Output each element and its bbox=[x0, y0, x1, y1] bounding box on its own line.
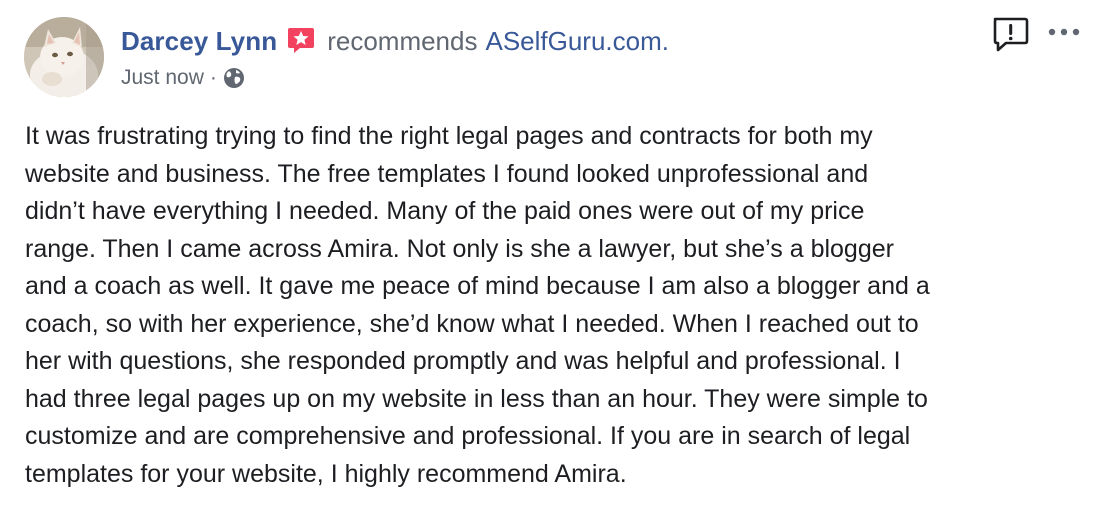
post-body-line: It was frustrating trying to find the ri… bbox=[25, 122, 873, 150]
post-body-line: and a coach as well. It gave me peace of… bbox=[25, 272, 930, 300]
post-body-line: coach, so with her experience, she’d kno… bbox=[25, 309, 919, 338]
post-header: Darcey Lynn recommends ASelfGuru.com. bbox=[121, 23, 669, 59]
post-body-line: website and business. The free templates… bbox=[25, 159, 869, 188]
post-body-line: had three legal pages up on my website i… bbox=[25, 384, 928, 413]
timestamp[interactable]: Just now bbox=[121, 66, 204, 90]
avatar[interactable] bbox=[24, 17, 104, 97]
cat-photo-icon bbox=[24, 17, 104, 97]
post-body-line: templates for your website, I highly rec… bbox=[25, 459, 627, 488]
post-body-line: her with questions, she responded prompt… bbox=[25, 347, 901, 375]
meta-separator: · bbox=[209, 66, 217, 89]
post-body: It was frustrating trying to find the ri… bbox=[25, 118, 1085, 493]
recommendation-post: Darcey Lynn recommends ASelfGuru.com. Ju… bbox=[0, 0, 1098, 508]
more-options-button[interactable] bbox=[1044, 22, 1084, 42]
post-body-line: didn’t have everything I needed. Many of… bbox=[25, 197, 865, 225]
post-meta: Just now · bbox=[121, 64, 245, 92]
post-body-line: customize and are comprehensive and prof… bbox=[25, 422, 911, 450]
report-flag-icon bbox=[993, 17, 1029, 52]
author-name[interactable]: Darcey Lynn bbox=[121, 26, 277, 57]
recommended-page-link[interactable]: ASelfGuru.com. bbox=[485, 26, 669, 57]
report-button[interactable] bbox=[990, 14, 1030, 54]
post-action-text: recommends bbox=[327, 25, 478, 56]
globe-icon[interactable] bbox=[223, 67, 245, 89]
post-body-line: range. Then I came across Amira. Not onl… bbox=[25, 234, 894, 263]
more-options-icon bbox=[1048, 28, 1080, 36]
recommendation-star-icon bbox=[285, 25, 315, 55]
